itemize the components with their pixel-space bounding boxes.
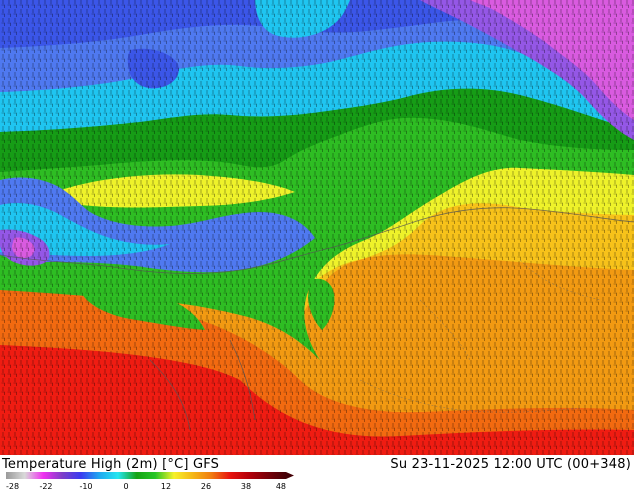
legend-color-bar — [6, 472, 286, 479]
map-footer: Temperature High (2m) [°C] GFS Su 23-11-… — [0, 455, 634, 490]
legend-tick-label: 48 — [276, 482, 286, 490]
legend-tick-label: -28 — [6, 482, 19, 490]
legend-arrow — [286, 472, 294, 479]
map-title: Temperature High (2m) [°C] GFS — [2, 457, 220, 472]
legend-tick-label: 12 — [161, 482, 171, 490]
legend-tick-label: -22 — [39, 482, 52, 490]
temperature-legend: -28 -22 -10 0 12 26 38 48 — [6, 472, 294, 490]
legend-tick-label: 0 — [123, 482, 128, 490]
weather-map-frame: Temperature High (2m) [°C] GFS Su 23-11-… — [0, 0, 634, 490]
legend-tick-label: -10 — [79, 482, 92, 490]
temperature-map — [0, 0, 634, 455]
legend-tick-label: 38 — [241, 482, 251, 490]
legend-tick-label: 26 — [201, 482, 211, 490]
legend-ticks: -28 -22 -10 0 12 26 38 48 — [6, 482, 286, 490]
temperature-contour-lines — [0, 0, 634, 455]
forecast-datetime: Su 23-11-2025 12:00 UTC (00+348) — [390, 457, 631, 472]
